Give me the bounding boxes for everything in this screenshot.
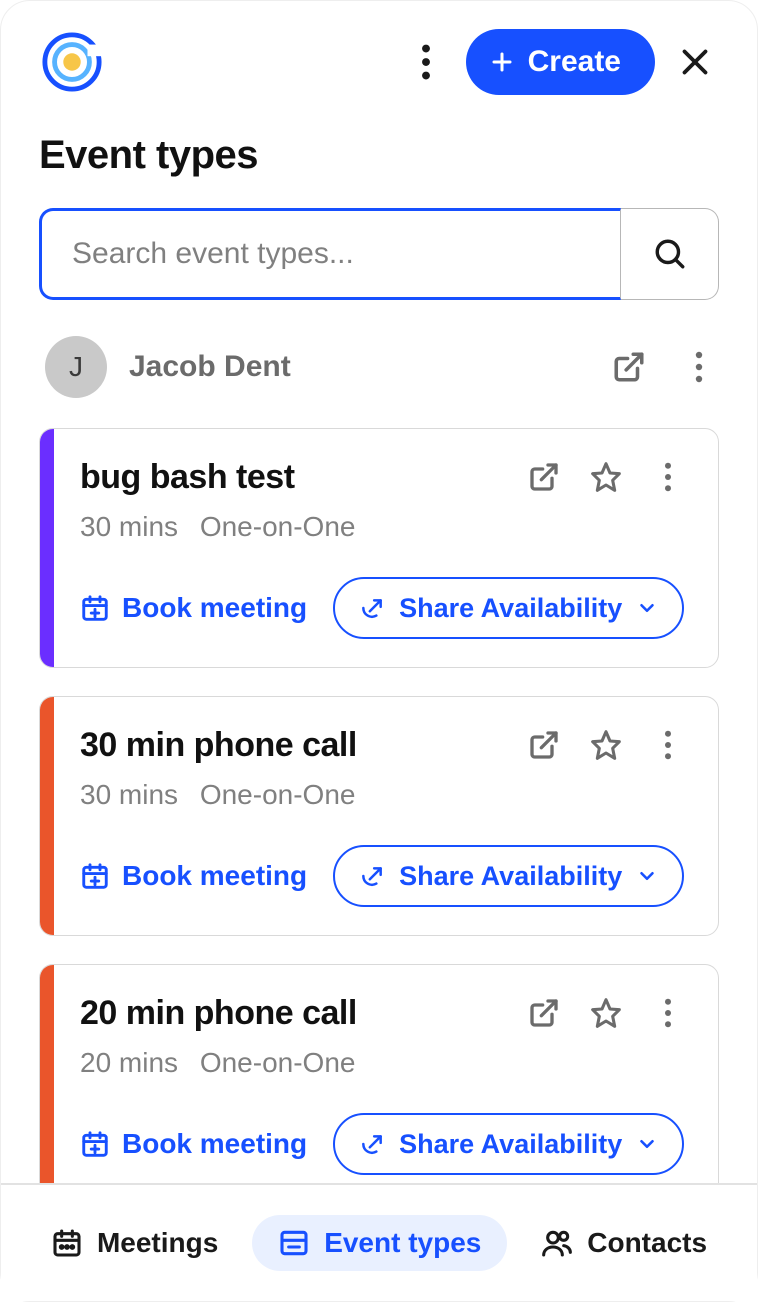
- share-availability-label: Share Availability: [399, 1129, 622, 1160]
- share-availability-button[interactable]: Share Availability: [333, 577, 684, 639]
- star-icon: [590, 729, 622, 761]
- book-meeting-label: Book meeting: [122, 1128, 307, 1160]
- card-menu-button[interactable]: [648, 457, 688, 497]
- owner-row: J Jacob Dent: [1, 300, 757, 398]
- nav-contacts-label: Contacts: [587, 1227, 707, 1259]
- card-header: 20 min phone call: [80, 993, 688, 1033]
- chevron-down-icon: [636, 597, 658, 619]
- event-type: One-on-One: [200, 779, 356, 810]
- search-bar: [39, 208, 719, 300]
- share-availability-label: Share Availability: [399, 861, 622, 892]
- card-favorite-button[interactable]: [586, 457, 626, 497]
- owner-actions: [609, 347, 719, 387]
- external-link-icon: [528, 997, 560, 1029]
- calendar-add-icon: [80, 861, 110, 891]
- card-actions: Book meeting Share Availability: [80, 1113, 688, 1175]
- card-open-external-button[interactable]: [524, 725, 564, 765]
- card-header: bug bash test: [80, 457, 688, 497]
- avatar: J: [45, 336, 107, 398]
- event-title: bug bash test: [80, 458, 502, 497]
- event-duration: 30 mins: [80, 511, 178, 542]
- search-button[interactable]: [621, 208, 719, 300]
- header-menu-button[interactable]: [402, 38, 450, 86]
- bottom-nav: Meetings Event types Contacts: [1, 1183, 757, 1301]
- search-input[interactable]: [70, 236, 592, 272]
- book-meeting-button[interactable]: Book meeting: [80, 1128, 307, 1160]
- search-icon: [653, 237, 687, 271]
- card-open-external-button[interactable]: [524, 457, 564, 497]
- book-meeting-button[interactable]: Book meeting: [80, 592, 307, 624]
- share-icon: [359, 863, 385, 889]
- event-type-card[interactable]: bug bash test: [39, 428, 719, 668]
- share-availability-label: Share Availability: [399, 593, 622, 624]
- kebab-icon: [664, 998, 672, 1028]
- calendar-add-icon: [80, 1129, 110, 1159]
- share-availability-button[interactable]: Share Availability: [333, 1113, 684, 1175]
- card-body: 20 min phone call: [54, 965, 718, 1203]
- card-open-external-button[interactable]: [524, 993, 564, 1033]
- nav-meetings[interactable]: Meetings: [25, 1215, 244, 1271]
- event-type-list: bug bash test: [1, 398, 757, 1204]
- card-body: 30 min phone call: [54, 697, 718, 935]
- book-meeting-label: Book meeting: [122, 860, 307, 892]
- chevron-down-icon: [636, 865, 658, 887]
- card-color-stripe: [40, 965, 54, 1203]
- card-menu-button[interactable]: [648, 993, 688, 1033]
- card-favorite-button[interactable]: [586, 725, 626, 765]
- open-external-button[interactable]: [609, 347, 649, 387]
- owner-name: Jacob Dent: [129, 350, 587, 384]
- owner-menu-button[interactable]: [679, 347, 719, 387]
- event-type: One-on-One: [200, 1047, 356, 1078]
- event-duration: 20 mins: [80, 1047, 178, 1078]
- book-meeting-button[interactable]: Book meeting: [80, 860, 307, 892]
- card-color-stripe: [40, 697, 54, 935]
- event-title: 20 min phone call: [80, 994, 502, 1033]
- share-availability-button[interactable]: Share Availability: [333, 845, 684, 907]
- avatar-initial: J: [69, 351, 83, 383]
- event-meta: 30 mins One-on-One: [80, 511, 688, 543]
- kebab-icon: [664, 462, 672, 492]
- chevron-down-icon: [636, 1133, 658, 1155]
- book-meeting-label: Book meeting: [122, 592, 307, 624]
- search-input-container: [39, 208, 621, 300]
- event-meta: 30 mins One-on-One: [80, 779, 688, 811]
- card-menu-button[interactable]: [648, 725, 688, 765]
- card-color-stripe: [40, 429, 54, 667]
- star-icon: [590, 461, 622, 493]
- share-icon: [359, 595, 385, 621]
- external-link-icon: [528, 461, 560, 493]
- create-button-label: Create: [528, 45, 621, 79]
- event-type-card[interactable]: 30 min phone call: [39, 696, 719, 936]
- card-body: bug bash test: [54, 429, 718, 667]
- app-logo: [39, 29, 105, 95]
- event-meta: 20 mins One-on-One: [80, 1047, 688, 1079]
- kebab-icon: [664, 730, 672, 760]
- external-link-icon: [612, 350, 646, 384]
- nav-contacts[interactable]: Contacts: [515, 1215, 733, 1271]
- nav-event-types-label: Event types: [324, 1227, 481, 1259]
- card-header: 30 min phone call: [80, 725, 688, 765]
- app-header: Create: [1, 1, 757, 95]
- external-link-icon: [528, 729, 560, 761]
- create-button[interactable]: Create: [466, 29, 655, 95]
- event-title: 30 min phone call: [80, 726, 502, 765]
- page-title: Event types: [1, 95, 757, 178]
- star-icon: [590, 997, 622, 1029]
- event-type: One-on-One: [200, 511, 356, 542]
- nav-meetings-label: Meetings: [97, 1227, 218, 1259]
- card-actions: Book meeting Share Availability: [80, 577, 688, 639]
- nav-event-types[interactable]: Event types: [252, 1215, 507, 1271]
- card-favorite-button[interactable]: [586, 993, 626, 1033]
- calendar-add-icon: [80, 593, 110, 623]
- share-icon: [359, 1131, 385, 1157]
- list-card-icon: [278, 1227, 310, 1259]
- card-actions: Book meeting Share Availability: [80, 845, 688, 907]
- close-button[interactable]: [671, 38, 719, 86]
- calendar-icon: [51, 1227, 83, 1259]
- event-duration: 30 mins: [80, 779, 178, 810]
- contacts-icon: [541, 1227, 573, 1259]
- kebab-icon: [695, 351, 703, 383]
- event-type-card[interactable]: 20 min phone call: [39, 964, 719, 1204]
